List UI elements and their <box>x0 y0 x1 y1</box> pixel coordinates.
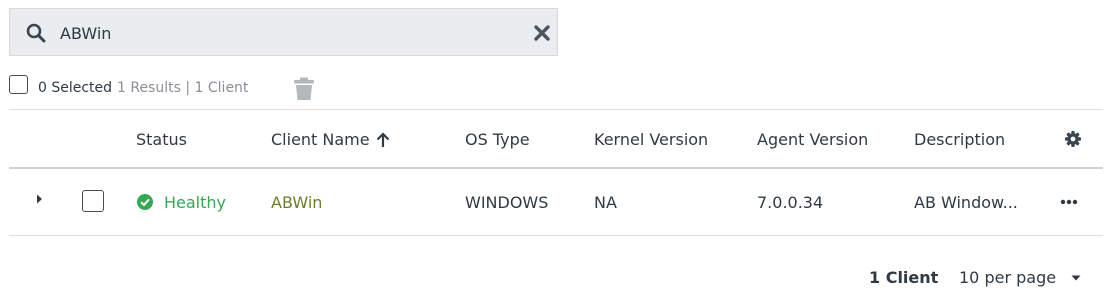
column-header-status[interactable]: Status <box>136 130 187 149</box>
header-divider <box>9 167 1103 169</box>
search-bar <box>9 8 558 56</box>
select-all-checkbox[interactable] <box>9 75 28 94</box>
results-summary: 1 Results | 1 Client <box>117 80 249 96</box>
sort-arrow-up-icon[interactable] <box>376 132 390 148</box>
per-page-select[interactable]: 10 per page <box>959 268 1081 287</box>
column-header-description[interactable]: Description <box>914 130 1005 149</box>
row-checkbox[interactable] <box>82 190 104 212</box>
client-count: 1 Client <box>869 268 939 287</box>
client-name-link[interactable]: ABWin <box>271 193 322 212</box>
more-options-icon[interactable] <box>1060 199 1078 205</box>
selection-toolbar: 0 Selected 1 Results | 1 Client <box>9 74 409 102</box>
agent-version-cell: 7.0.0.34 <box>757 193 824 212</box>
column-header-kernel-version[interactable]: Kernel Version <box>594 130 708 149</box>
description-cell: AB Window... <box>914 193 1018 212</box>
column-header-os-type[interactable]: OS Type <box>465 130 530 149</box>
kernel-version-cell: NA <box>594 193 617 212</box>
divider <box>9 109 1103 110</box>
search-icon <box>26 23 46 43</box>
trash-icon[interactable] <box>293 77 315 101</box>
search-input[interactable] <box>60 21 500 45</box>
expand-caret-icon[interactable] <box>36 194 44 204</box>
status-text: Healthy <box>164 193 227 212</box>
per-page-label: 10 per page <box>959 268 1057 287</box>
gear-icon[interactable] <box>1065 131 1081 147</box>
row-divider <box>9 235 1103 236</box>
column-header-client-name[interactable]: Client Name <box>271 130 390 149</box>
chevron-down-icon <box>1071 275 1081 281</box>
clear-icon[interactable] <box>533 24 551 42</box>
selected-count: 0 Selected <box>38 80 113 96</box>
column-header-agent-version[interactable]: Agent Version <box>757 130 868 149</box>
check-circle-icon <box>137 194 153 210</box>
column-header-label: Client Name <box>271 130 370 149</box>
os-type-cell: WINDOWS <box>465 193 549 212</box>
